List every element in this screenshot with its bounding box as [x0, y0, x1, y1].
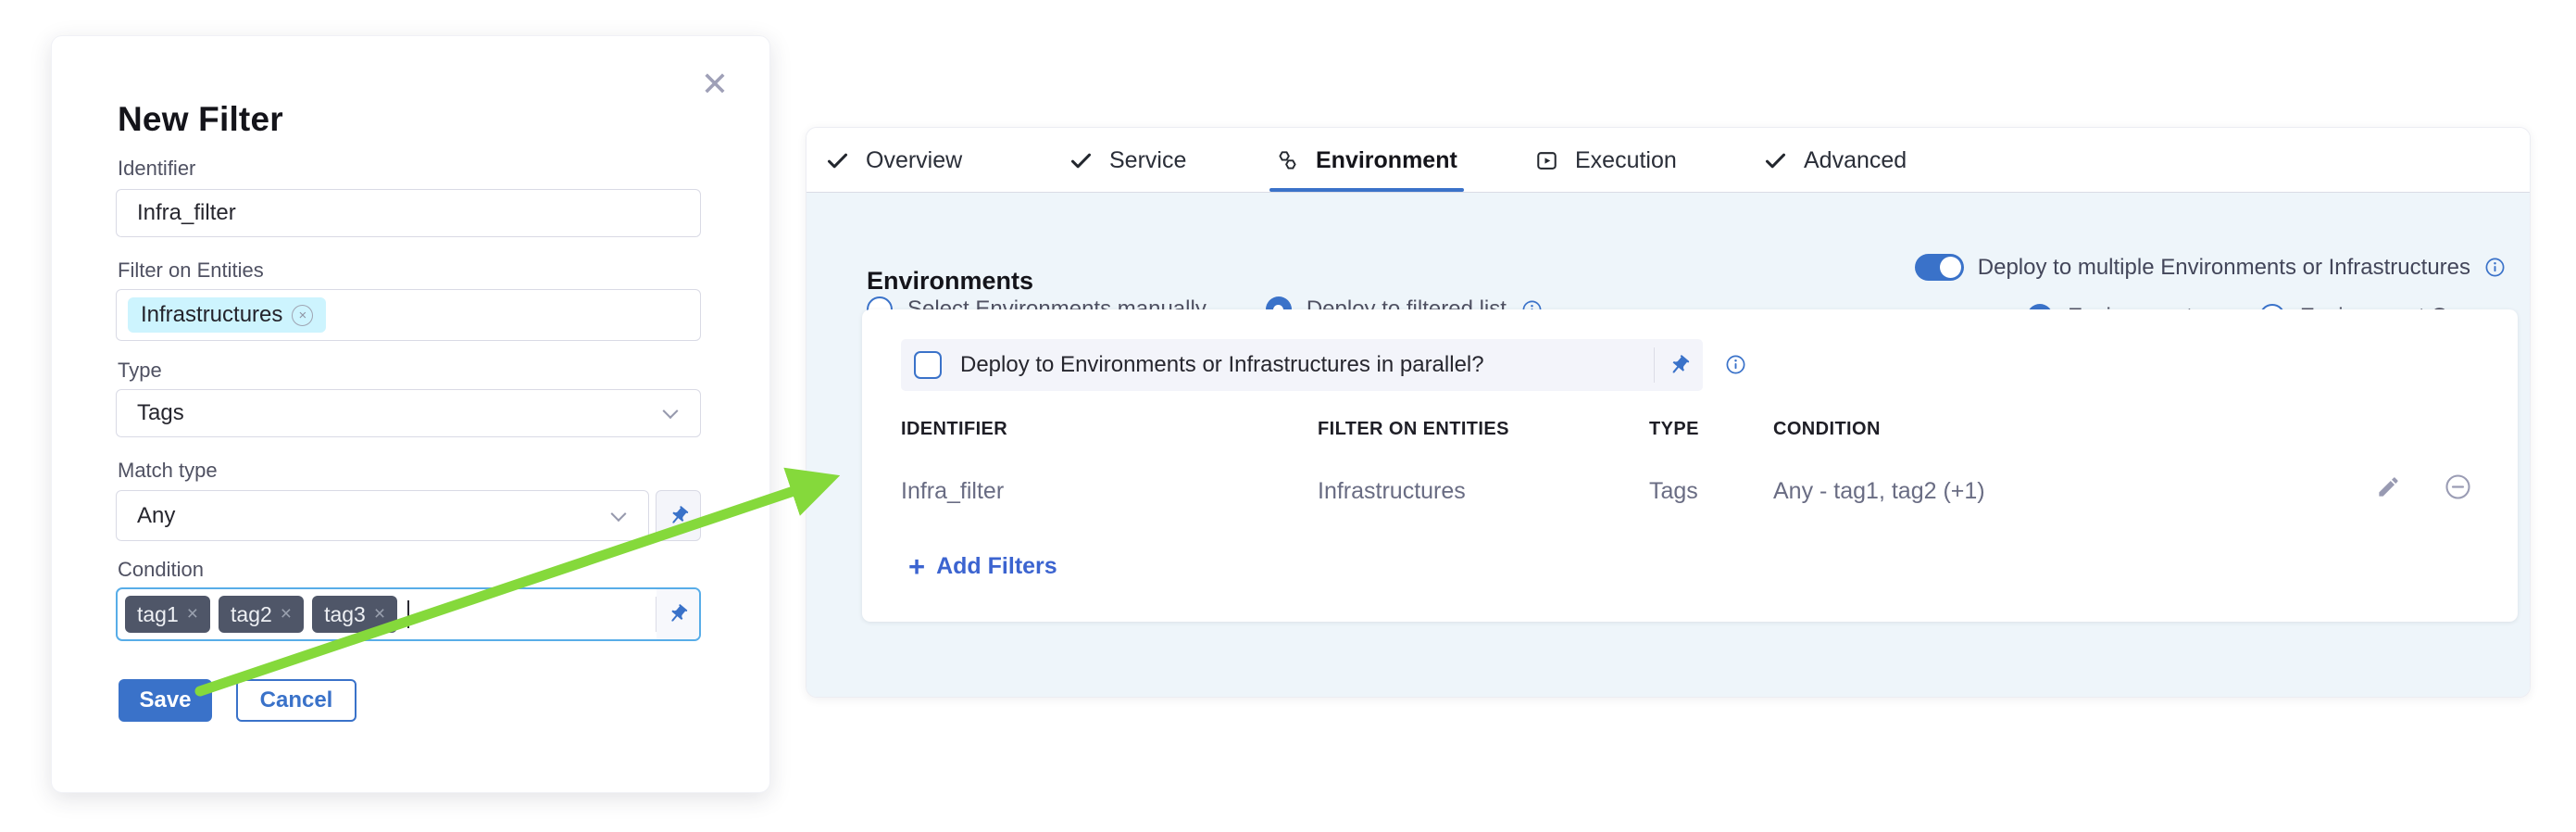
plus-icon: + — [908, 552, 925, 581]
tab-label: Execution — [1575, 147, 1677, 174]
environment-hexagons-icon — [1275, 148, 1300, 173]
tag-remove-icon[interactable]: × — [374, 603, 385, 625]
filters-card: Deploy to Environments or Infrastructure… — [862, 309, 2518, 622]
condition-tags-input[interactable]: tag1 × tag2 × tag3 × — [116, 587, 701, 641]
close-icon[interactable]: ✕ — [701, 68, 729, 101]
cell-filter-on-entities: Infrastructures — [1318, 478, 1466, 505]
pin-icon — [1668, 354, 1691, 377]
condition-pin-area — [656, 589, 699, 639]
modal-title: New Filter — [118, 100, 283, 139]
identifier-input[interactable]: Infra_filter — [116, 189, 701, 237]
tag-label: tag1 — [137, 602, 179, 627]
cell-condition: Any - tag1, tag2 (+1) — [1773, 478, 1985, 505]
stage-tabbar: Overview Service Environment Execution — [807, 128, 2530, 193]
tag-chip: tag1 × — [125, 596, 210, 633]
toggle-label: Deploy to multiple Environments or Infra… — [1978, 255, 2470, 281]
match-type-pin-button[interactable] — [656, 490, 701, 541]
edit-pencil-icon[interactable] — [2376, 474, 2401, 499]
chevron-down-icon — [611, 506, 627, 522]
check-icon — [1763, 148, 1788, 173]
column-header: IDENTIFIER — [901, 419, 1007, 440]
page: ✕ New Filter Identifier Infra_filter Fil… — [0, 0, 2576, 832]
parallel-checkbox-bar: Deploy to Environments or Infrastructure… — [901, 339, 1703, 391]
match-type-label: Match type — [118, 459, 218, 483]
modal-buttons: Save Cancel — [119, 679, 356, 722]
parallel-checkbox-label: Deploy to Environments or Infrastructure… — [960, 352, 1484, 378]
column-header: TYPE — [1649, 419, 1699, 440]
execution-play-icon — [1534, 148, 1559, 173]
check-icon — [1069, 148, 1094, 173]
match-type-row: Any — [116, 490, 701, 541]
type-label: Type — [118, 359, 162, 383]
filter-on-entities-input[interactable]: Infrastructures × — [116, 289, 701, 341]
save-button[interactable]: Save — [119, 679, 212, 722]
parallel-checkbox[interactable] — [914, 351, 942, 379]
condition-pin-button[interactable] — [657, 589, 699, 639]
add-filters-label: Add Filters — [936, 553, 1057, 580]
tab-service[interactable]: Service — [1069, 128, 1186, 193]
environment-config-panel: Overview Service Environment Execution — [806, 127, 2531, 698]
remove-minus-icon[interactable] — [2444, 473, 2472, 501]
column-header: CONDITION — [1773, 419, 1881, 440]
chevron-down-icon — [663, 403, 679, 419]
chip-remove-icon[interactable]: × — [292, 305, 313, 326]
tag-chip: tag3 × — [312, 596, 397, 633]
tab-label: Service — [1109, 147, 1186, 174]
new-filter-modal: ✕ New Filter Identifier Infra_filter Fil… — [51, 35, 770, 793]
toggle-knob — [1940, 257, 1961, 278]
cell-identifier: Infra_filter — [901, 478, 1004, 505]
tab-label: Overview — [866, 147, 962, 174]
identifier-value: Infra_filter — [137, 200, 236, 226]
match-type-value: Any — [137, 503, 175, 529]
add-filters-button[interactable]: + Add Filters — [908, 552, 1057, 581]
tag-remove-icon[interactable]: × — [187, 603, 198, 625]
environment-tab-content: Environments Select Environments manuall… — [807, 193, 2530, 697]
cancel-button[interactable]: Cancel — [236, 679, 356, 722]
multi-env-toggle[interactable] — [1915, 254, 1964, 281]
tab-advanced[interactable]: Advanced — [1763, 128, 1907, 193]
tab-execution[interactable]: Execution — [1534, 128, 1677, 193]
pin-icon — [667, 603, 689, 625]
tab-environment[interactable]: Environment — [1275, 128, 1457, 193]
text-cursor — [407, 600, 409, 628]
pin-icon — [668, 505, 690, 527]
entity-chip-label: Infrastructures — [141, 302, 282, 328]
environments-heading: Environments — [867, 267, 1033, 296]
info-icon[interactable] — [1725, 354, 1746, 375]
tab-label: Environment — [1316, 147, 1457, 174]
row-actions — [2376, 473, 2472, 501]
info-icon[interactable] — [2484, 257, 2506, 278]
parallel-pin-button[interactable] — [1655, 339, 1703, 391]
filter-on-entities-label: Filter on Entities — [118, 258, 264, 283]
tag-chip: tag2 × — [219, 596, 304, 633]
type-value: Tags — [137, 400, 184, 426]
entity-chip: Infrastructures × — [128, 297, 326, 333]
column-header: FILTER ON ENTITIES — [1318, 419, 1509, 440]
identifier-label: Identifier — [118, 157, 195, 181]
active-tab-underline — [1269, 188, 1464, 192]
cell-type: Tags — [1649, 478, 1698, 505]
match-type-select[interactable]: Any — [116, 490, 649, 541]
tag-label: tag3 — [324, 602, 366, 627]
type-select[interactable]: Tags — [116, 389, 701, 437]
check-icon — [825, 148, 850, 173]
tab-overview[interactable]: Overview — [825, 128, 962, 193]
tab-label: Advanced — [1804, 147, 1907, 174]
multi-env-toggle-row: Deploy to multiple Environments or Infra… — [1915, 254, 2506, 281]
tag-label: tag2 — [231, 602, 272, 627]
condition-label: Condition — [118, 558, 204, 582]
tag-remove-icon[interactable]: × — [281, 603, 292, 625]
